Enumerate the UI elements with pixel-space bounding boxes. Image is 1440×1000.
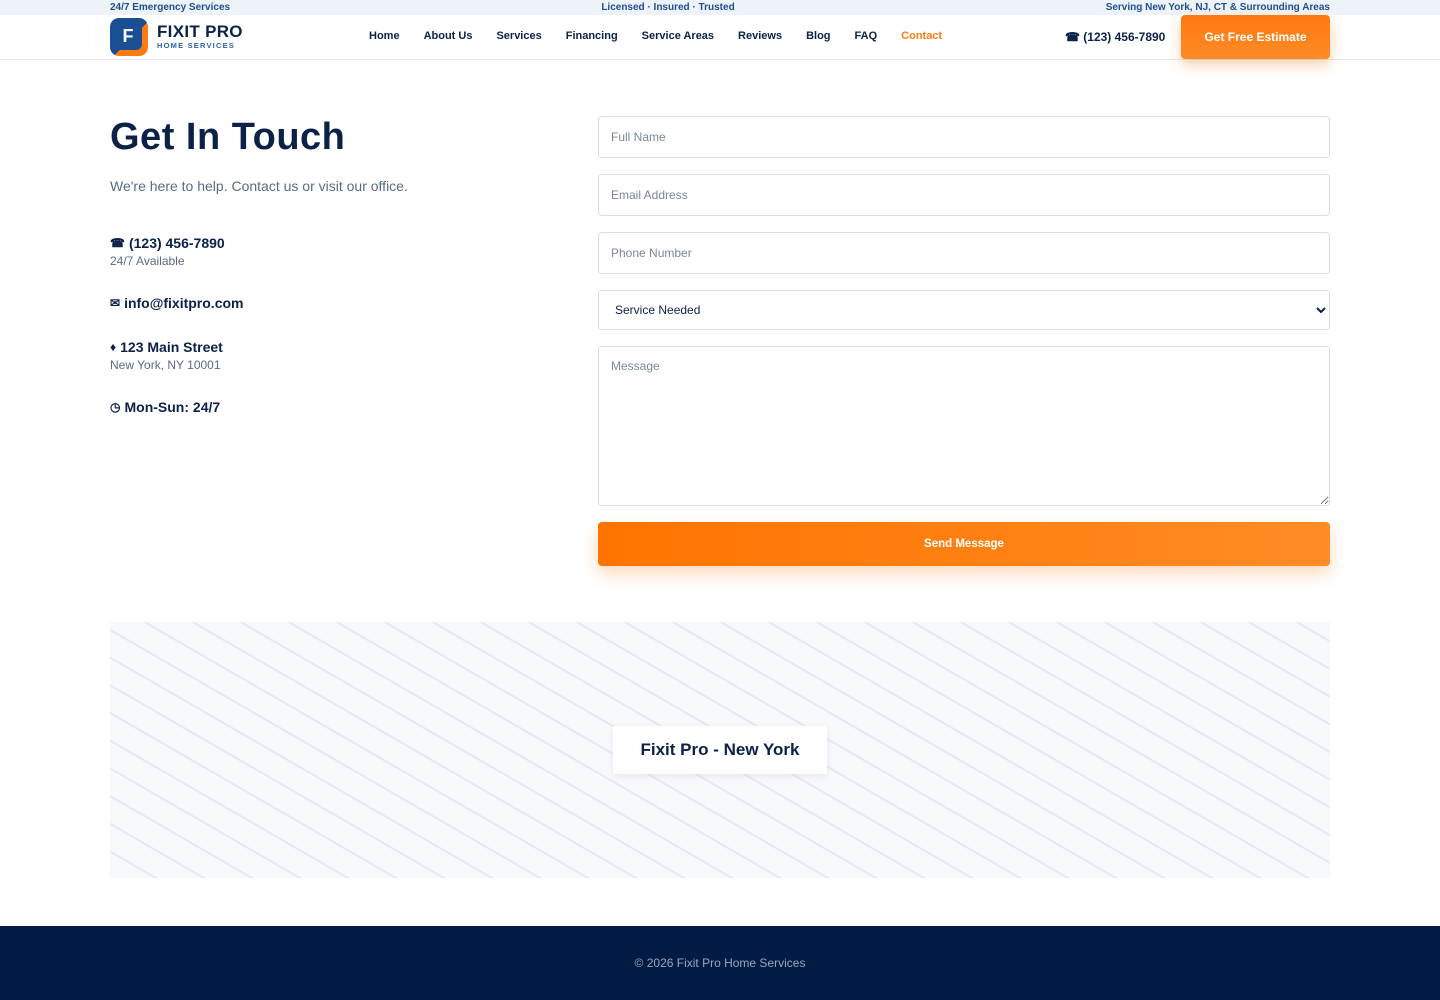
nav-faq[interactable]: FAQ [855,30,878,42]
map-location-label: Fixit Pro - New York [613,726,827,774]
nav-blog[interactable]: Blog [806,30,830,42]
site-footer: © 2026 Fixit Pro Home Services [0,926,1440,1000]
footer-copyright: © 2026 Fixit Pro Home Services [634,956,806,970]
logo-letter: F [114,22,142,50]
nav-financing[interactable]: Financing [566,30,618,42]
logo-text: FIXIT PRO HOME SERVICES [157,23,243,51]
contact-hours: Mon-Sun: 24/7 [124,399,221,415]
send-message-button[interactable]: Send Message [598,522,1330,566]
contact-hours-block: ◷ Mon-Sun: 24/7 [110,399,220,415]
phone-icon: ☎ [110,236,125,250]
phone-availability: 24/7 Available [110,254,185,268]
page-title: Get In Touch [110,116,346,158]
nav-services[interactable]: Services [496,30,541,42]
site-header: F FIXIT PRO HOME SERVICES Home About Us … [0,15,1440,60]
top-info-bar: 24/7 Emergency Services Licensed · Insur… [0,0,1440,15]
service-area-text: Serving New York, NJ, CT & Surrounding A… [1105,2,1330,13]
contact-form: Service Needed Send Message [598,116,1330,566]
location-pin-icon: ♦ [110,340,117,354]
nav-home[interactable]: Home [369,30,400,42]
full-name-input[interactable] [598,116,1330,158]
contact-city: New York, NY 10001 [110,358,221,372]
phone-input[interactable] [598,232,1330,274]
brand-tagline: HOME SERVICES [157,41,235,50]
brand-name: FIXIT PRO [157,22,243,41]
contact-phone-block: ☎ (123) 456-7890 24/7 Available [110,235,225,268]
clock-icon: ◷ [110,400,121,414]
mail-icon: ✉ [110,296,121,310]
contact-address-block: ♦ 123 Main Street New York, NY 10001 [110,339,223,372]
map-area[interactable]: Fixit Pro - New York [110,622,1330,878]
nav-contact[interactable]: Contact [901,30,942,42]
message-textarea[interactable] [598,346,1330,506]
logo[interactable]: F FIXIT PRO HOME SERVICES [110,18,243,56]
nav-reviews[interactable]: Reviews [738,30,782,42]
contact-street: 123 Main Street [120,339,223,355]
nav-service-areas[interactable]: Service Areas [642,30,714,42]
get-free-estimate-button[interactable]: Get Free Estimate [1181,15,1330,59]
header-phone-link[interactable]: ☎ (123) 456-7890 [1065,30,1165,44]
email-input[interactable] [598,174,1330,216]
contact-phone[interactable]: (123) 456-7890 [129,235,225,251]
logo-mark-icon: F [110,18,148,56]
contact-intro: We're here to help. Contact us or visit … [110,178,408,194]
contact-email-block: ✉ info@fixitpro.com [110,295,244,311]
main-nav: Home About Us Services Financing Service… [369,30,966,42]
contact-email[interactable]: info@fixitpro.com [124,295,243,311]
service-select[interactable]: Service Needed [598,290,1330,330]
nav-about-us[interactable]: About Us [424,30,473,42]
